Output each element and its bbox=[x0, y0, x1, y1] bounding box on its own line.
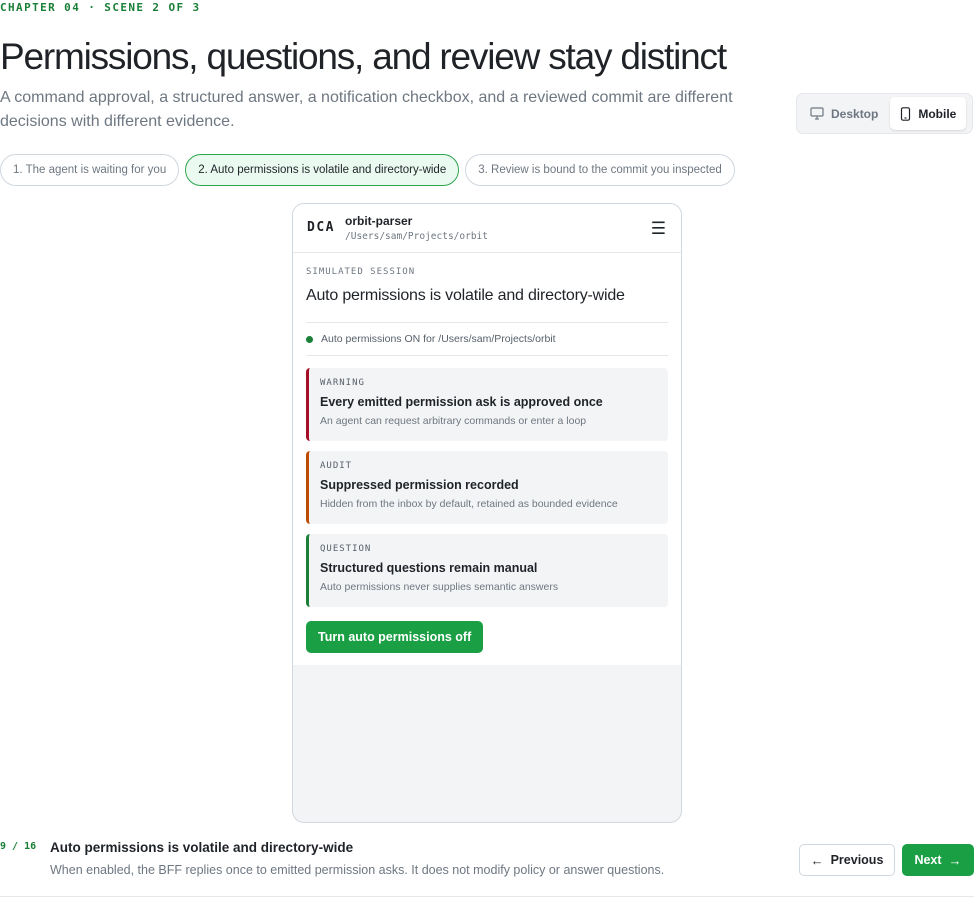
next-label: Next bbox=[914, 853, 942, 867]
app-header: DCA orbit-parser /Users/sam/Projects/orb… bbox=[293, 204, 681, 253]
card-title: Structured questions remain manual bbox=[320, 561, 538, 575]
project-name: orbit-parser bbox=[345, 214, 413, 228]
hamburger-menu-icon[interactable]: ☰ bbox=[651, 220, 666, 237]
scene-counter: 9 / 16 bbox=[0, 841, 37, 852]
card-kind: QUESTION bbox=[320, 544, 372, 554]
auto-permissions-status: Auto permissions ON for /Users/sam/Proje… bbox=[306, 322, 668, 356]
session-panel: SIMULATED SESSION Auto permissions is vo… bbox=[293, 253, 681, 665]
chapter-eyebrow: CHAPTER 04 · SCENE 2 OF 3 bbox=[0, 1, 201, 14]
arrow-right-icon: → bbox=[948, 852, 962, 868]
desktop-view-label: Desktop bbox=[831, 106, 879, 121]
previous-label: Previous bbox=[830, 853, 884, 867]
mobile-view-label: Mobile bbox=[918, 106, 957, 121]
page-title: Permissions, questions, and review stay … bbox=[0, 36, 727, 77]
card-description: An agent can request arbitrary commands … bbox=[320, 415, 587, 427]
card-kind: AUDIT bbox=[320, 461, 353, 471]
app-logo: DCA bbox=[307, 220, 335, 235]
mobile-icon bbox=[901, 106, 911, 121]
card-description: Hidden from the inbox by default, retain… bbox=[320, 498, 618, 510]
scene-steps: 1. The agent is waiting for you 2. Auto … bbox=[0, 154, 735, 186]
question-card: QUESTION Structured questions remain man… bbox=[306, 534, 668, 607]
mobile-view-button[interactable]: Mobile bbox=[890, 97, 967, 130]
card-title: Every emitted permission ask is approved… bbox=[320, 395, 603, 409]
next-button[interactable]: Next → bbox=[902, 844, 974, 876]
step-tab-2[interactable]: 2. Auto permissions is volatile and dire… bbox=[185, 154, 460, 186]
scene-description: When enabled, the BFF replies once to em… bbox=[50, 863, 665, 877]
project-path: /Users/sam/Projects/orbit bbox=[345, 231, 488, 242]
status-text: Auto permissions ON for /Users/sam/Proje… bbox=[321, 333, 556, 345]
card-description: Auto permissions never supplies semantic… bbox=[320, 581, 559, 593]
desktop-view-button[interactable]: Desktop bbox=[800, 97, 888, 130]
page-subtitle: A command approval, a structured answer,… bbox=[0, 89, 733, 130]
view-mode-toggle: Desktop Mobile bbox=[796, 93, 973, 134]
scene-title: Auto permissions is volatile and directo… bbox=[50, 840, 354, 855]
audit-card: AUDIT Suppressed permission recorded Hid… bbox=[306, 451, 668, 524]
session-label: SIMULATED SESSION bbox=[306, 267, 416, 277]
status-dot-icon bbox=[306, 335, 313, 343]
mobile-preview-frame: DCA orbit-parser /Users/sam/Projects/orb… bbox=[292, 203, 682, 823]
session-title: Auto permissions is volatile and directo… bbox=[306, 287, 625, 304]
arrow-left-icon: ← bbox=[810, 852, 824, 868]
turn-auto-permissions-off-button[interactable]: Turn auto permissions off bbox=[306, 621, 484, 653]
step-tab-3[interactable]: 3. Review is bound to the commit you ins… bbox=[465, 154, 735, 186]
card-title: Suppressed permission recorded bbox=[320, 478, 519, 492]
desktop-icon bbox=[810, 107, 824, 120]
step-tab-1[interactable]: 1. The agent is waiting for you bbox=[0, 154, 180, 186]
card-kind: WARNING bbox=[320, 378, 365, 388]
previous-button[interactable]: ← Previous bbox=[799, 844, 895, 876]
warning-card: WARNING Every emitted permission ask is … bbox=[306, 368, 668, 441]
